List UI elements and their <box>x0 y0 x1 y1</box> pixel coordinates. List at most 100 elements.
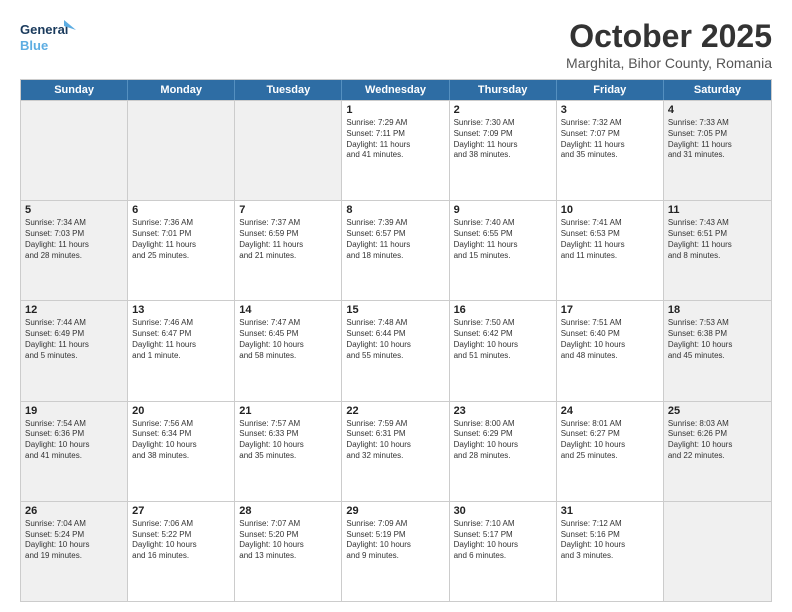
calendar-cell: 31 Sunrise: 7:12 AM Sunset: 5:16 PM Dayli… <box>557 502 664 601</box>
location: Marghita, Bihor County, Romania <box>566 55 772 71</box>
day-info: Sunrise: 7:53 AM Sunset: 6:38 PM Dayligh… <box>668 318 767 361</box>
day-header-wednesday: Wednesday <box>342 80 449 100</box>
day-number: 13 <box>132 304 230 316</box>
day-number: 24 <box>561 405 659 417</box>
day-info: Sunrise: 7:44 AM Sunset: 6:49 PM Dayligh… <box>25 318 123 361</box>
day-info: Sunrise: 8:00 AM Sunset: 6:29 PM Dayligh… <box>454 419 552 462</box>
day-header-tuesday: Tuesday <box>235 80 342 100</box>
calendar-cell: 28 Sunrise: 7:07 AM Sunset: 5:20 PM Dayli… <box>235 502 342 601</box>
month-title: October 2025 <box>566 18 772 55</box>
day-info: Sunrise: 7:12 AM Sunset: 5:16 PM Dayligh… <box>561 519 659 562</box>
day-info: Sunrise: 7:48 AM Sunset: 6:44 PM Dayligh… <box>346 318 444 361</box>
svg-text:General: General <box>20 22 68 37</box>
calendar-header: SundayMondayTuesdayWednesdayThursdayFrid… <box>21 80 771 100</box>
day-number: 25 <box>668 405 767 417</box>
day-number: 12 <box>25 304 123 316</box>
calendar-cell: 2Sunrise: 7:30 AM Sunset: 7:09 PM Daylig… <box>450 101 557 200</box>
day-info: Sunrise: 7:34 AM Sunset: 7:03 PM Dayligh… <box>25 218 123 261</box>
svg-text:Blue: Blue <box>20 38 48 53</box>
day-info: Sunrise: 7:51 AM Sunset: 6:40 PM Dayligh… <box>561 318 659 361</box>
day-number: 8 <box>346 204 444 216</box>
day-info: Sunrise: 7:40 AM Sunset: 6:55 PM Dayligh… <box>454 218 552 261</box>
calendar-cell: 6 Sunrise: 7:36 AM Sunset: 7:01 PM Daylig… <box>128 201 235 300</box>
calendar-cell: 3 Sunrise: 7:32 AM Sunset: 7:07 PM Daylig… <box>557 101 664 200</box>
day-number: 10 <box>561 204 659 216</box>
calendar-cell: 21Sunrise: 7:57 AM Sunset: 6:33 PM Dayli… <box>235 402 342 501</box>
calendar-body: 1 Sunrise: 7:29 AM Sunset: 7:11 PM Daylig… <box>21 100 771 601</box>
calendar-week-2: 5 Sunrise: 7:34 AM Sunset: 7:03 PM Daylig… <box>21 200 771 300</box>
calendar-cell: 11 Sunrise: 7:43 AM Sunset: 6:51 PM Dayli… <box>664 201 771 300</box>
calendar-cell: 10Sunrise: 7:41 AM Sunset: 6:53 PM Dayli… <box>557 201 664 300</box>
day-number: 5 <box>25 204 123 216</box>
logo-icon: General Blue <box>20 18 80 62</box>
calendar-cell: 18 Sunrise: 7:53 AM Sunset: 6:38 PM Dayli… <box>664 301 771 400</box>
calendar-cell: 7 Sunrise: 7:37 AM Sunset: 6:59 PM Daylig… <box>235 201 342 300</box>
day-number: 26 <box>25 505 123 517</box>
calendar-cell <box>664 502 771 601</box>
day-number: 19 <box>25 405 123 417</box>
calendar-cell: 13 Sunrise: 7:46 AM Sunset: 6:47 PM Dayli… <box>128 301 235 400</box>
calendar-cell: 23 Sunrise: 8:00 AM Sunset: 6:29 PM Dayli… <box>450 402 557 501</box>
day-info: Sunrise: 7:10 AM Sunset: 5:17 PM Dayligh… <box>454 519 552 562</box>
day-info: Sunrise: 7:43 AM Sunset: 6:51 PM Dayligh… <box>668 218 767 261</box>
calendar-cell: 1 Sunrise: 7:29 AM Sunset: 7:11 PM Daylig… <box>342 101 449 200</box>
day-number: 14 <box>239 304 337 316</box>
day-info: Sunrise: 7:54 AM Sunset: 6:36 PM Dayligh… <box>25 419 123 462</box>
day-header-saturday: Saturday <box>664 80 771 100</box>
day-info: Sunrise: 8:03 AM Sunset: 6:26 PM Dayligh… <box>668 419 767 462</box>
calendar-cell: 16Sunrise: 7:50 AM Sunset: 6:42 PM Dayli… <box>450 301 557 400</box>
day-number: 15 <box>346 304 444 316</box>
day-info: Sunrise: 7:37 AM Sunset: 6:59 PM Dayligh… <box>239 218 337 261</box>
day-number: 9 <box>454 204 552 216</box>
calendar-cell: 17 Sunrise: 7:51 AM Sunset: 6:40 PM Dayli… <box>557 301 664 400</box>
day-info: Sunrise: 7:57 AM Sunset: 6:33 PM Dayligh… <box>239 419 337 462</box>
day-info: Sunrise: 7:07 AM Sunset: 5:20 PM Dayligh… <box>239 519 337 562</box>
day-number: 29 <box>346 505 444 517</box>
calendar-cell: 29Sunrise: 7:09 AM Sunset: 5:19 PM Dayli… <box>342 502 449 601</box>
day-info: Sunrise: 7:59 AM Sunset: 6:31 PM Dayligh… <box>346 419 444 462</box>
day-info: Sunrise: 7:36 AM Sunset: 7:01 PM Dayligh… <box>132 218 230 261</box>
day-info: Sunrise: 7:56 AM Sunset: 6:34 PM Dayligh… <box>132 419 230 462</box>
day-number: 6 <box>132 204 230 216</box>
day-header-thursday: Thursday <box>450 80 557 100</box>
calendar-cell: 14 Sunrise: 7:47 AM Sunset: 6:45 PM Dayli… <box>235 301 342 400</box>
day-number: 17 <box>561 304 659 316</box>
day-number: 11 <box>668 204 767 216</box>
calendar-cell: 15 Sunrise: 7:48 AM Sunset: 6:44 PM Dayli… <box>342 301 449 400</box>
day-info: Sunrise: 7:29 AM Sunset: 7:11 PM Dayligh… <box>346 118 444 161</box>
calendar-cell: 26 Sunrise: 7:04 AM Sunset: 5:24 PM Dayli… <box>21 502 128 601</box>
day-header-monday: Monday <box>128 80 235 100</box>
day-info: Sunrise: 7:47 AM Sunset: 6:45 PM Dayligh… <box>239 318 337 361</box>
day-info: Sunrise: 7:33 AM Sunset: 7:05 PM Dayligh… <box>668 118 767 161</box>
calendar-cell <box>128 101 235 200</box>
day-number: 20 <box>132 405 230 417</box>
day-info: Sunrise: 7:32 AM Sunset: 7:07 PM Dayligh… <box>561 118 659 161</box>
calendar-cell: 9 Sunrise: 7:40 AM Sunset: 6:55 PM Daylig… <box>450 201 557 300</box>
day-number: 18 <box>668 304 767 316</box>
day-number: 22 <box>346 405 444 417</box>
day-info: Sunrise: 7:04 AM Sunset: 5:24 PM Dayligh… <box>25 519 123 562</box>
calendar-week-3: 12 Sunrise: 7:44 AM Sunset: 6:49 PM Dayli… <box>21 300 771 400</box>
calendar-cell: 5 Sunrise: 7:34 AM Sunset: 7:03 PM Daylig… <box>21 201 128 300</box>
calendar-cell: 8Sunrise: 7:39 AM Sunset: 6:57 PM Daylig… <box>342 201 449 300</box>
day-number: 1 <box>346 104 444 116</box>
logo: General Blue <box>20 18 80 62</box>
day-number: 31 <box>561 505 659 517</box>
day-info: Sunrise: 7:46 AM Sunset: 6:47 PM Dayligh… <box>132 318 230 361</box>
day-number: 30 <box>454 505 552 517</box>
day-info: Sunrise: 7:06 AM Sunset: 5:22 PM Dayligh… <box>132 519 230 562</box>
day-number: 27 <box>132 505 230 517</box>
day-info: Sunrise: 8:01 AM Sunset: 6:27 PM Dayligh… <box>561 419 659 462</box>
calendar-cell: 12 Sunrise: 7:44 AM Sunset: 6:49 PM Dayli… <box>21 301 128 400</box>
day-number: 7 <box>239 204 337 216</box>
day-header-friday: Friday <box>557 80 664 100</box>
calendar-cell: 20 Sunrise: 7:56 AM Sunset: 6:34 PM Dayli… <box>128 402 235 501</box>
day-header-sunday: Sunday <box>21 80 128 100</box>
calendar: SundayMondayTuesdayWednesdayThursdayFrid… <box>20 79 772 602</box>
calendar-cell: 27 Sunrise: 7:06 AM Sunset: 5:22 PM Dayli… <box>128 502 235 601</box>
day-number: 23 <box>454 405 552 417</box>
day-number: 3 <box>561 104 659 116</box>
calendar-week-5: 26 Sunrise: 7:04 AM Sunset: 5:24 PM Dayli… <box>21 501 771 601</box>
day-number: 28 <box>239 505 337 517</box>
calendar-cell: 22 Sunrise: 7:59 AM Sunset: 6:31 PM Dayli… <box>342 402 449 501</box>
